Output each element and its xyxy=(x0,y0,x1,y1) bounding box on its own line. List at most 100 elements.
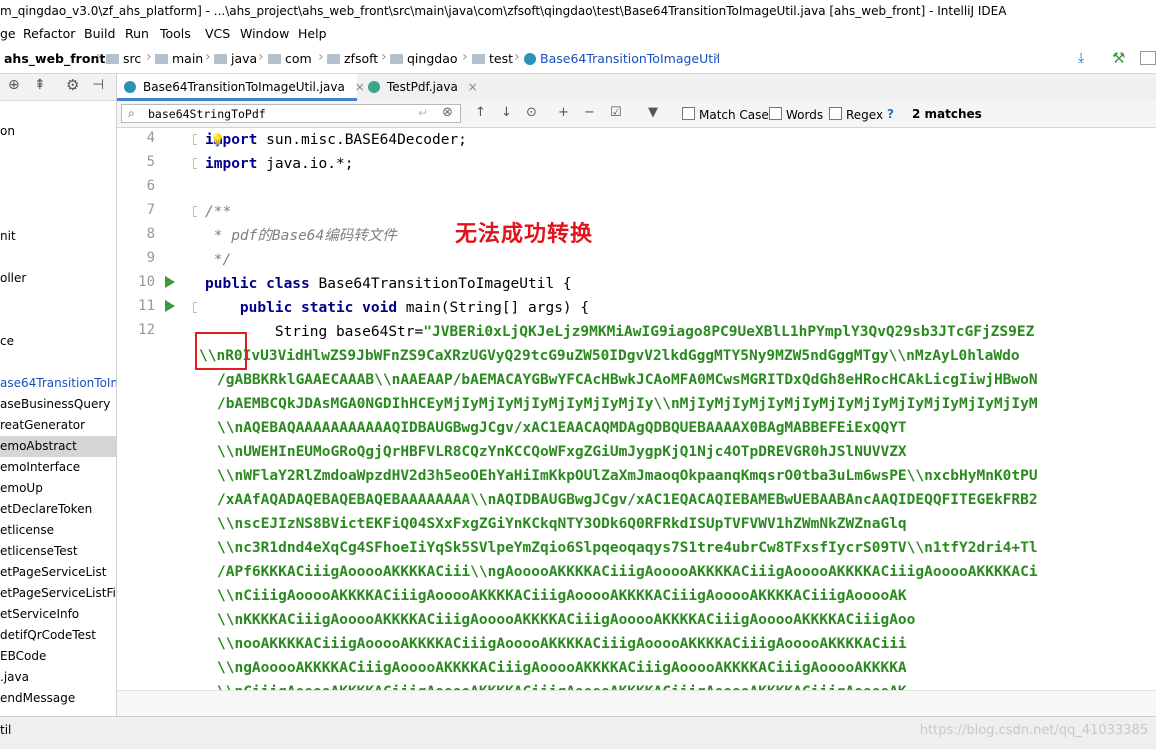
menu-refactor[interactable]: Refactor xyxy=(23,26,75,41)
menu-window[interactable]: Window xyxy=(240,26,289,41)
sidebar-item[interactable]: ce xyxy=(0,331,116,352)
code-text: sun.misc.BASE64Decoder; xyxy=(257,132,467,148)
window-title: m_qingdao_v3.0\zf_ahs_platform] - ...\ah… xyxy=(0,4,1007,18)
hammer-icon[interactable]: ⚒ xyxy=(1112,49,1125,67)
hide-icon[interactable]: ⊣ xyxy=(92,77,104,93)
breadcrumb-zfsoft[interactable]: zfsoft xyxy=(327,51,378,66)
newline-icon[interactable]: ↵ xyxy=(418,106,428,120)
sidebar-item[interactable]: EBCode xyxy=(0,646,116,667)
breadcrumb-java[interactable]: java xyxy=(214,51,257,66)
breadcrumb-class[interactable]: Base64TransitionToImageUtil xyxy=(524,51,720,66)
sidebar-item[interactable]: emoInterface xyxy=(0,457,116,478)
class-icon xyxy=(524,53,536,65)
line-number: 8 xyxy=(146,226,155,242)
layout-icon[interactable] xyxy=(1140,51,1156,65)
words-checkbox[interactable]: Words xyxy=(769,107,823,122)
arrow-up-icon[interactable]: ↑ xyxy=(475,105,486,120)
tab-base64-util[interactable]: Base64TransitionToImageUtil.java × xyxy=(117,74,365,101)
folder-icon xyxy=(214,54,227,64)
string-continuation: /APf6KKKACiiigAooooAKKKKACiii\\ngAooooAK… xyxy=(217,564,1038,580)
filter-icon[interactable]: ▼ xyxy=(648,105,658,120)
add-selection-icon[interactable]: + xyxy=(558,105,569,120)
regex-checkbox[interactable]: Regex xyxy=(829,107,883,122)
chevron-right-icon: › xyxy=(258,49,264,65)
editor-tabs: Base64TransitionToImageUtil.java × TestP… xyxy=(117,74,1156,102)
menu-tools[interactable]: Tools xyxy=(160,26,191,41)
keyword: import xyxy=(205,156,258,172)
line-number: 9 xyxy=(146,250,155,266)
sidebar-item[interactable]: etPageServiceListFilt xyxy=(0,583,116,604)
sidebar-item[interactable]: etServiceInfo xyxy=(0,604,116,625)
words-label: Words xyxy=(786,108,824,122)
code-line-11: public static void main(String[] args) { xyxy=(205,296,589,320)
sidebar-item[interactable]: oller xyxy=(0,268,116,289)
sidebar-item[interactable]: .java xyxy=(0,667,116,688)
chevron-right-icon: › xyxy=(514,49,520,65)
breadcrumb-test[interactable]: test xyxy=(472,51,513,66)
menu-help[interactable]: Help xyxy=(298,26,327,41)
sidebar-item[interactable]: etPageServiceList xyxy=(0,562,116,583)
horizontal-scrollbar[interactable] xyxy=(117,690,1156,717)
code-text: main(String[] args) { xyxy=(397,300,590,316)
run-icon[interactable] xyxy=(165,300,175,312)
breadcrumb-main[interactable]: main xyxy=(155,51,203,66)
menu-run[interactable]: Run xyxy=(125,26,149,41)
sidebar-item[interactable]: endMessage xyxy=(0,688,116,709)
run-icon[interactable] xyxy=(165,276,175,288)
sidebar-item[interactable]: aseBusinessQuery xyxy=(0,394,116,415)
arrow-down-icon[interactable]: ↓ xyxy=(501,105,512,120)
sidebar-item[interactable]: nit xyxy=(0,226,116,247)
menu-vcs[interactable]: VCS xyxy=(205,26,230,41)
code-editor[interactable]: import sun.misc.BASE64Decoder; import ja… xyxy=(197,128,1156,690)
tab-testpdf[interactable]: TestPdf.java × xyxy=(361,74,478,101)
keyword: public class xyxy=(205,276,310,292)
search-input[interactable]: ⌕ base64StringToPdf ↵ ⊗ xyxy=(121,104,461,123)
breadcrumb-src[interactable]: src xyxy=(106,51,141,66)
folder-icon xyxy=(390,54,403,64)
sidebar-item[interactable]: on xyxy=(0,121,116,142)
breadcrumb-project[interactable]: ahs_web_front xyxy=(4,51,105,66)
clear-icon[interactable]: ⊗ xyxy=(442,105,453,120)
search-icon[interactable]: ⌕ xyxy=(128,106,135,121)
sidebar-item[interactable]: etDeclareToken xyxy=(0,499,116,520)
close-icon[interactable]: × xyxy=(468,80,478,94)
breadcrumb-com[interactable]: com xyxy=(268,51,312,66)
match-case-checkbox[interactable]: Match Case xyxy=(682,107,769,122)
sidebar-item[interactable]: etlicense xyxy=(0,520,116,541)
sidebar-item[interactable]: detifQrCodeTest xyxy=(0,625,116,646)
sidebar-item-selected[interactable]: emoAbstract xyxy=(0,436,116,457)
remove-selection-icon[interactable]: − xyxy=(584,105,595,120)
string-continuation: /xAAfAQADAQEBAQEBAQEBAAAAAAAA\\nAQIDBAUG… xyxy=(217,492,1038,508)
sidebar-item[interactable]: etlicenseTest xyxy=(0,541,116,562)
code-line-5: import java.io.*; xyxy=(205,152,353,176)
checkbox-icon xyxy=(829,107,842,120)
string-continuation: /bAEMBCQkJDAsMGA0NGDIhHCEyMjIyMjIyMjIyMj… xyxy=(217,396,1038,412)
string-continuation: \\nWFlaY2RlZmdoaWpzdHV2d3h5eoOEhYaHiImKk… xyxy=(217,468,1038,484)
chevron-right-icon: › xyxy=(96,49,102,65)
string-continuation: \\nc3R1dnd4eXqCg4SFhoeIiYqSk5SVlpeYmZqio… xyxy=(217,540,1038,556)
regex-help-link[interactable]: ? xyxy=(887,107,894,121)
breadcrumb: ahs_web_front › src › main › java › com … xyxy=(0,45,1156,74)
sidebar-item[interactable]: emoUp xyxy=(0,478,116,499)
annotation-label: 无法成功转换 xyxy=(455,222,594,247)
code-line-12: String base64Str="JVBERi0xLjQKJeLjz9MKMi… xyxy=(205,320,1035,344)
menu-build[interactable]: Build xyxy=(84,26,115,41)
menu-refactor-partial[interactable]: ge xyxy=(0,26,16,41)
sidebar-item-current[interactable]: ase64TransitionToIm xyxy=(0,373,116,394)
breadcrumb-label: test xyxy=(489,51,514,66)
target-icon[interactable]: ⊕ xyxy=(8,77,20,93)
collapse-icon[interactable]: ⇞ xyxy=(34,77,46,93)
menu-bar: ge Refactor Build Run Tools VCS Window H… xyxy=(0,23,1156,45)
lightbulb-icon[interactable]: 💡 xyxy=(210,133,225,147)
select-all-icon[interactable]: ☑ xyxy=(610,105,622,120)
gear-icon[interactable]: ⚙ xyxy=(66,76,79,94)
chevron-right-icon: › xyxy=(146,49,152,65)
breadcrumb-qingdao[interactable]: qingdao xyxy=(390,51,458,66)
build-arrow-icon[interactable]: ⤓ xyxy=(1078,50,1084,66)
sidebar-item[interactable]: reatGenerator xyxy=(0,415,116,436)
code-text: Base64TransitionToImageUtil { xyxy=(309,276,572,292)
breadcrumb-label: zfsoft xyxy=(344,51,379,66)
find-all-icon[interactable]: ⊙ xyxy=(526,105,537,120)
status-text: til xyxy=(0,723,12,737)
line-number: 6 xyxy=(146,178,155,194)
